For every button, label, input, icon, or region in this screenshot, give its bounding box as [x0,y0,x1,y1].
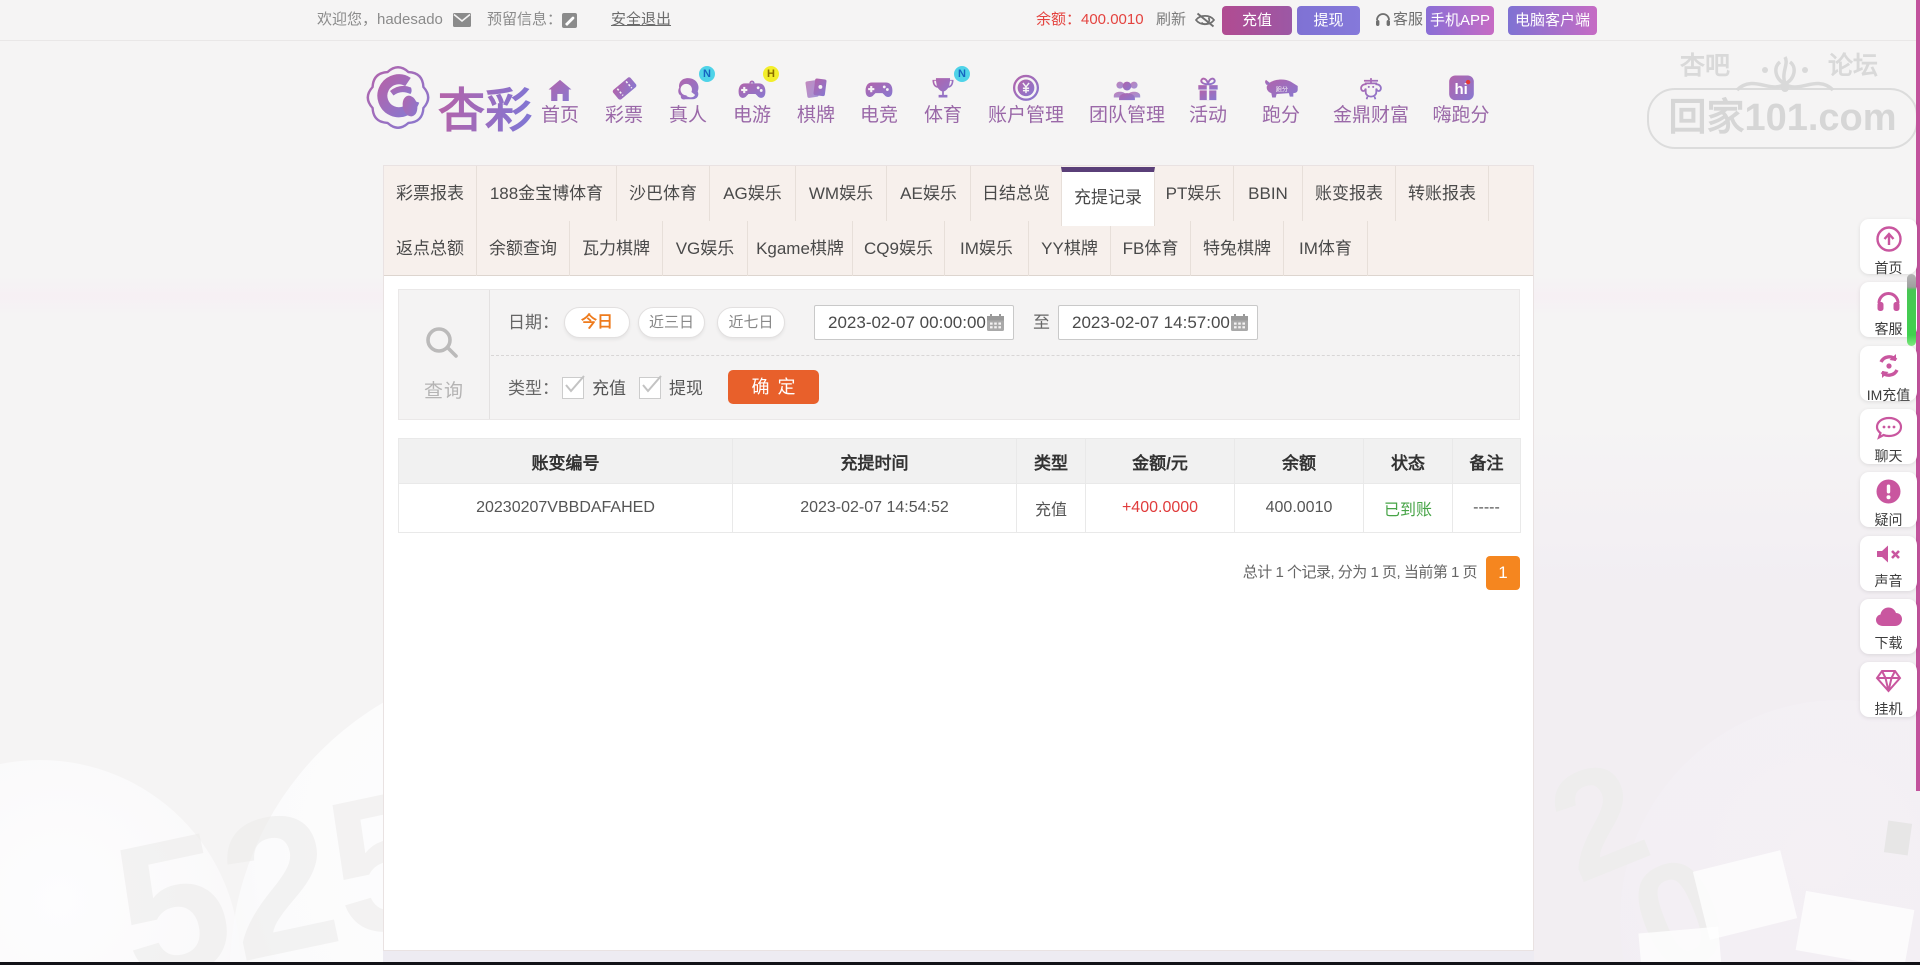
svg-text:跑分: 跑分 [1276,85,1288,93]
svg-text:hi: hi [1454,81,1467,98]
